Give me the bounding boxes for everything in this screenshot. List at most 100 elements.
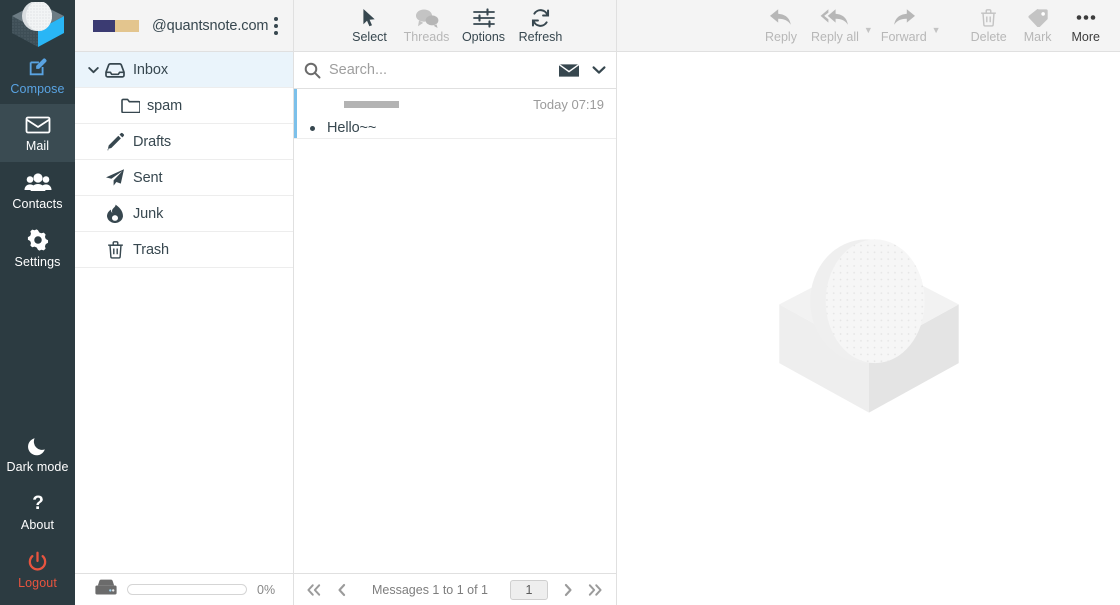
app-logo[interactable]: [0, 0, 75, 48]
question-mark-icon: ?: [30, 492, 46, 514]
pencil-square-icon: [27, 56, 49, 78]
reply-button-label: Reply: [765, 30, 797, 44]
search-bar[interactable]: [294, 52, 616, 89]
account-domain: @quantsnote.com: [152, 18, 268, 34]
reply-all-dropdown-caret-icon[interactable]: ▼: [864, 25, 873, 51]
folder-label-drafts: Drafts: [133, 134, 171, 150]
last-page-button[interactable]: [582, 577, 610, 603]
task-contacts-label: Contacts: [12, 197, 62, 211]
reply-arrow-icon: [769, 7, 793, 28]
options-button[interactable]: Options: [455, 0, 512, 52]
pencil-icon: [101, 132, 129, 151]
folder-label-spam: spam: [147, 98, 182, 114]
folder-item-sent[interactable]: Sent: [75, 160, 293, 196]
prev-page-button[interactable]: [328, 577, 356, 603]
isometric-cube-logo-watermark-icon: [770, 236, 968, 421]
delete-button[interactable]: Delete: [964, 0, 1014, 52]
account-header: @quantsnote.com: [75, 0, 293, 52]
kebab-menu-icon[interactable]: [267, 15, 285, 37]
username-redaction-bar-b: [115, 20, 139, 32]
gear-icon: [27, 229, 49, 251]
task-settings[interactable]: Settings: [0, 220, 75, 278]
options-button-label: Options: [462, 30, 505, 44]
threads-bubbles-icon: [415, 7, 439, 28]
folder-item-trash[interactable]: Trash: [75, 232, 293, 268]
isometric-cube-logo-icon: [6, 2, 70, 48]
message-row-subject: Hello~~: [310, 117, 604, 139]
magnifier-icon: [304, 62, 321, 79]
task-compose-label: Compose: [10, 82, 64, 96]
moon-icon: [28, 434, 48, 456]
folder-item-junk[interactable]: Junk: [75, 196, 293, 232]
first-page-button[interactable]: [300, 577, 328, 603]
select-button-label: Select: [352, 30, 387, 44]
envelope-icon: [25, 113, 51, 135]
task-sidebar: Compose Mail: [0, 0, 75, 605]
users-icon: [24, 171, 52, 193]
task-about-label: About: [21, 518, 54, 532]
folder-item-inbox[interactable]: Inbox: [75, 52, 293, 88]
more-button[interactable]: More: [1062, 0, 1110, 52]
more-button-label: More: [1072, 30, 1100, 44]
forward-button-label: Forward: [881, 30, 927, 44]
task-contacts[interactable]: Contacts: [0, 162, 75, 220]
task-about[interactable]: ? About: [0, 483, 75, 541]
username-redaction-bar-a: [93, 20, 115, 32]
task-logout-label: Logout: [18, 576, 57, 590]
task-logout[interactable]: Logout: [0, 541, 75, 599]
message-list-pane: Select Threads: [294, 0, 617, 605]
message-date: Today 07:19: [533, 97, 604, 112]
unread-dot-icon[interactable]: [310, 126, 315, 131]
quota-progress-bar: [127, 584, 247, 595]
refresh-button[interactable]: Refresh: [512, 0, 569, 52]
task-compose[interactable]: Compose: [0, 48, 75, 104]
folder-label-inbox: Inbox: [133, 62, 168, 78]
task-mail-label: Mail: [26, 139, 49, 153]
svg-text:?: ?: [32, 493, 44, 514]
next-page-button[interactable]: [554, 577, 582, 603]
folder-item-spam[interactable]: spam: [75, 88, 293, 124]
search-scope-envelope-icon[interactable]: [558, 62, 580, 79]
reply-button[interactable]: Reply: [758, 0, 804, 52]
forward-dropdown-caret-icon[interactable]: ▼: [932, 25, 941, 51]
content-pane: Reply Reply all ▼ Forward: [617, 0, 1120, 605]
search-dropdown-chevron-down-icon[interactable]: [592, 65, 606, 75]
folder-list: Inbox spam Dr: [75, 52, 293, 573]
message-row[interactable]: Today 07:19 Hello~~: [294, 89, 616, 139]
forward-arrow-icon: [892, 7, 916, 28]
paper-plane-icon: [101, 168, 129, 187]
refresh-button-label: Refresh: [519, 30, 563, 44]
message-row-header: Today 07:19: [310, 95, 604, 113]
chevron-down-icon[interactable]: [85, 66, 101, 74]
reply-all-button[interactable]: Reply all: [804, 0, 866, 52]
threads-button-label: Threads: [404, 30, 450, 44]
database-icon: [95, 579, 117, 601]
task-mail[interactable]: Mail: [0, 104, 75, 162]
message-count-label: Messages 1 to 1 of 1: [356, 583, 504, 597]
forward-button[interactable]: Forward: [874, 0, 934, 52]
message-list-toolbar: Select Threads: [294, 0, 616, 52]
ellipsis-icon: [1074, 7, 1098, 28]
content-toolbar: Reply Reply all ▼ Forward: [617, 0, 1120, 52]
sidebar-spacer: [0, 278, 75, 425]
sliders-icon: [473, 7, 495, 28]
page-number-input[interactable]: [510, 580, 548, 600]
content-placeholder: [617, 52, 1120, 605]
search-input[interactable]: [329, 62, 550, 78]
mark-button-label: Mark: [1024, 30, 1052, 44]
cursor-arrow-icon: [362, 7, 377, 28]
threads-button[interactable]: Threads: [398, 0, 455, 52]
refresh-icon: [530, 7, 551, 28]
reply-all-button-label: Reply all: [811, 30, 859, 44]
folder-label-sent: Sent: [133, 170, 162, 186]
select-button[interactable]: Select: [341, 0, 398, 52]
power-icon: [27, 550, 48, 572]
tag-icon: [1027, 7, 1049, 28]
mark-button[interactable]: Mark: [1014, 0, 1062, 52]
task-dark-mode-label: Dark mode: [6, 460, 68, 474]
inbox-icon: [101, 62, 129, 78]
fire-icon: [101, 204, 129, 223]
message-subject: Hello~~: [327, 120, 376, 136]
task-dark-mode[interactable]: Dark mode: [0, 425, 75, 483]
folder-item-drafts[interactable]: Drafts: [75, 124, 293, 160]
